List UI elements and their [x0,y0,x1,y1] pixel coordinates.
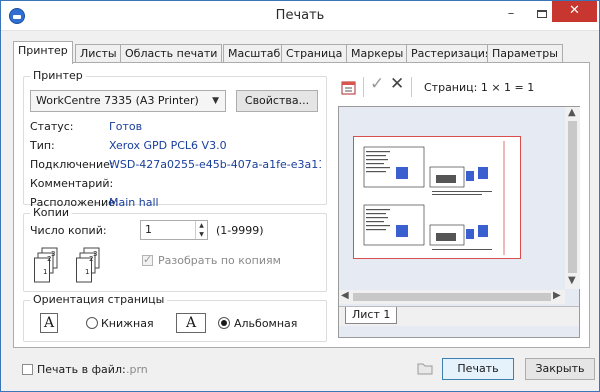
svg-text:3: 3 [93,250,97,258]
printer-group: Принтер WorkCentre 7335 (A3 Printer) ▼ С… [23,69,327,209]
svg-text:1: 1 [85,268,89,276]
sheet-tab[interactable]: Лист 1 [345,307,398,324]
status-label: Статус: [30,120,74,133]
file-extension: .prn [126,363,148,376]
type-label: Тип: [30,139,55,152]
print-button[interactable]: Печать [442,358,514,380]
collate-checkbox[interactable] [142,253,153,266]
connection-value: WSD-427a0255-e45b-407a-a1fe-e3a116 [109,158,321,171]
printer-select-value: WorkCentre 7335 (A3 Printer) [36,94,199,107]
vertical-scroll-thumb[interactable] [568,121,577,273]
status-value: Готов [109,120,143,133]
collate-pages-icon: 321 321 [34,247,100,283]
tab-markers[interactable]: Маркеры [346,44,409,63]
collate-label: Разобрать по копиям [158,254,281,267]
portrait-page-icon: A [40,313,58,333]
connection-label: Подключение: [30,158,114,171]
properties-button[interactable]: Свойства... [236,90,318,112]
copies-count-label: Число копий: [30,224,107,237]
spinner-icon[interactable]: ▲ ▼ [195,221,207,239]
print-setup-icon[interactable] [341,79,357,95]
close-icon: ✕ [569,3,580,18]
svg-text:1: 1 [43,268,47,276]
checkmark-icon[interactable]: ✓ [370,74,384,94]
landscape-page-icon: A [176,313,206,333]
toolbar-separator [363,77,364,97]
copies-group: Копии Число копий: 1 ▲ ▼ (1-9999) 321 321… [23,206,327,292]
horizontal-scroll-thumb[interactable] [353,293,551,301]
copies-count-input[interactable]: 1 ▲ ▼ [140,220,208,240]
browse-folder-icon[interactable] [417,360,433,376]
scroll-right-icon[interactable]: ▶ [553,290,561,301]
close-button[interactable]: ✕ [552,1,597,22]
scroll-down-icon[interactable]: ▼ [568,275,576,286]
tab-parameters[interactable]: Параметры [487,44,563,63]
location-value: Main hall [109,196,159,209]
portrait-label: Книжная [101,317,154,330]
preview-vertical-scrollbar[interactable]: ▲ ▼ [565,107,580,289]
tab-scale[interactable]: Масштаб [223,44,286,63]
orientation-group-label: Ориентация страницы [30,293,168,306]
svg-text:2: 2 [47,255,51,263]
print-to-file-label: Печать в файл: [37,363,126,376]
svg-text:2: 2 [89,255,93,263]
tab-print-area[interactable]: Область печати [120,44,223,63]
print-preview[interactable]: ▲ ▼ ◀ ▶ Лист 1 [338,106,580,338]
scroll-left-icon[interactable]: ◀ [341,290,349,301]
cancel-x-icon[interactable]: ✕ [390,74,404,94]
preview-drawing [363,141,505,255]
orientation-group: Ориентация страницы A Книжная A Альбомна… [23,293,327,342]
title-bar: Печать – ✕ [1,1,599,31]
print-to-file-checkbox[interactable] [22,364,33,375]
pages-info: Страниц: 1 × 1 = 1 [424,81,535,94]
maximize-icon [537,9,547,18]
copies-range-hint: (1-9999) [216,224,264,237]
landscape-label: Альбомная [234,317,298,330]
print-dialog: Печать – ✕ Принтер Листы Область печати … [0,0,600,392]
dropdown-arrow-icon: ▼ [212,96,219,106]
scroll-up-icon[interactable]: ▲ [568,107,576,118]
copies-count-value: 1 [145,223,152,236]
tab-page[interactable]: Страница [281,44,348,63]
close-dialog-button[interactable]: Закрыть [525,358,595,380]
printer-tab-panel: Принтер WorkCentre 7335 (A3 Printer) ▼ С… [13,62,590,348]
landscape-radio[interactable] [218,317,230,329]
tab-rasterization[interactable]: Растеризация [406,44,497,63]
minimize-button[interactable]: – [496,3,526,25]
toolbar-separator [411,77,412,97]
printer-select[interactable]: WorkCentre 7335 (A3 Printer) ▼ [30,90,226,112]
preview-page-thumbnail [353,136,521,259]
preview-horizontal-scrollbar[interactable]: ◀ ▶ [339,290,565,304]
portrait-radio[interactable] [86,317,98,329]
tab-printer[interactable]: Принтер [13,41,73,64]
minimize-icon: – [507,6,515,21]
svg-text:3: 3 [51,250,55,258]
tab-sheets[interactable]: Листы [75,44,122,63]
copies-group-label: Копии [30,206,73,219]
type-value: Xerox GPD PCL6 V3.0 [109,139,227,152]
printer-group-label: Принтер [30,69,86,82]
sheet-tab-bar: Лист 1 [339,306,579,326]
comment-label: Комментарий: [30,177,114,190]
